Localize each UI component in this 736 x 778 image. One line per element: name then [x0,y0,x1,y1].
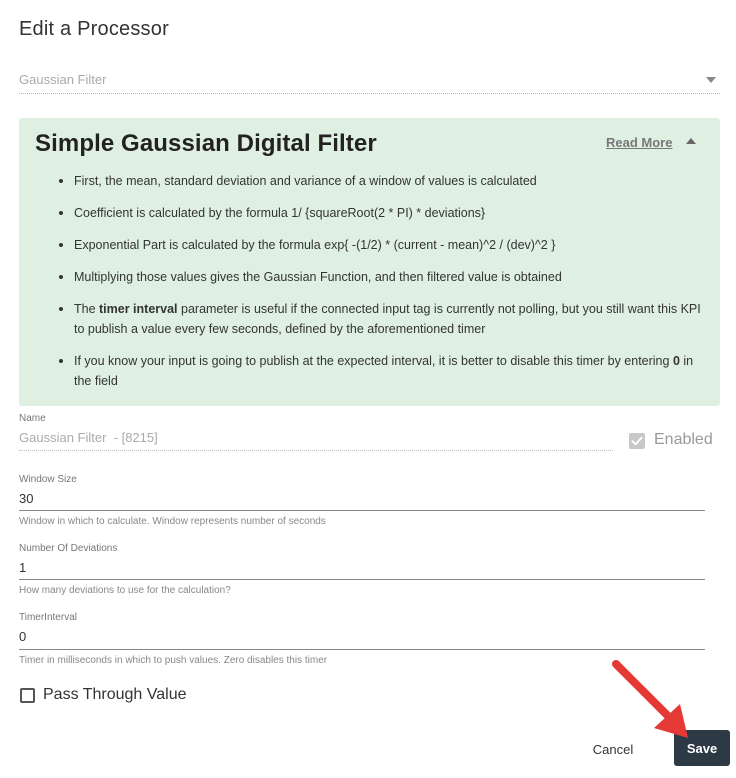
info-bullet-text: If you know your input is going to publi… [74,354,673,368]
window-size-input[interactable]: 30 [19,491,33,506]
read-more-link[interactable]: Read More [606,135,672,150]
chevron-up-icon[interactable] [686,138,696,144]
deviations-help: How many deviations to use for the calcu… [19,585,231,596]
check-icon [629,433,645,449]
timer-interval-underline [19,649,705,650]
info-heading: Simple Gaussian Digital Filter [35,130,377,157]
info-bullet-list: First, the mean, standard deviation and … [59,171,704,403]
timer-interval-input[interactable]: 0 [19,629,26,644]
info-bullet: First, the mean, standard deviation and … [59,171,704,191]
info-bullet-bold: timer interval [99,302,178,316]
deviations-input[interactable]: 1 [19,560,26,575]
info-bullet-bold: 0 [672,354,680,368]
processor-type-value: Gaussian Filter [19,72,107,87]
info-bullet-timer: The timer interval parameter is useful i… [59,299,704,339]
enabled-label: Enabled [654,431,713,448]
info-bullet: Multiplying those values gives the Gauss… [59,267,704,287]
processor-type-select[interactable]: Gaussian Filter [19,66,720,94]
pass-through-label: Pass Through Value [43,686,187,703]
dialog-title: Edit a Processor [19,18,169,40]
info-bullet: Exponential Part is calculated by the fo… [59,235,704,255]
deviations-label: Number Of Deviations [19,543,118,554]
chevron-down-icon [706,77,716,83]
save-button[interactable]: Save [674,730,730,766]
info-bullet-disable: If you know your input is going to publi… [59,351,704,391]
window-size-underline [19,510,705,511]
name-input: Gaussian Filter - [8215] [19,430,158,445]
timer-interval-label: TimerInterval [19,612,77,623]
checkbox-empty-icon [20,688,35,703]
info-panel: Simple Gaussian Digital Filter Read More… [19,118,720,406]
name-label: Name [19,413,46,424]
info-bullet: Coefficient is calculated by the formula… [59,203,704,223]
window-size-help: Window in which to calculate. Window rep… [19,516,326,527]
name-underline [19,450,613,451]
info-bullet-text: The [74,302,100,316]
cancel-button[interactable]: Cancel [576,736,650,762]
pass-through-checkbox[interactable]: Pass Through Value [19,686,239,706]
deviations-underline [19,579,705,580]
timer-interval-help: Timer in milliseconds in which to push v… [19,655,328,666]
window-size-label: Window Size [19,474,77,485]
